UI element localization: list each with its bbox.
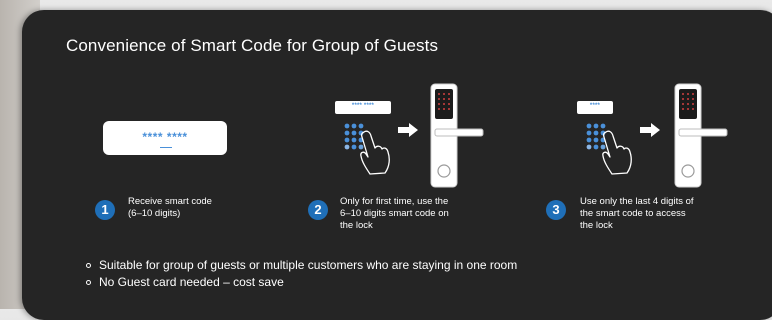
mini-code-card-step2: **** **** xyxy=(335,101,391,114)
code-underline xyxy=(160,147,172,148)
step-2-line-2: 6–10 digits smart code on xyxy=(340,208,449,219)
panel-title: Convenience of Smart Code for Group of G… xyxy=(66,36,439,55)
door-lock-icon xyxy=(430,83,484,188)
step-1-line-2: (6–10 digits) xyxy=(128,208,181,219)
bullet-circle-icon xyxy=(86,280,91,285)
step-text-3: Use only the last 4 digits of the smart … xyxy=(580,196,694,232)
mini-code-text-step3: **** xyxy=(589,103,601,109)
step-1-line-1: Receive smart code xyxy=(128,196,212,207)
hand-icon-step3 xyxy=(602,130,632,175)
bullet-text-1: Suitable for group of guests or multiple… xyxy=(99,258,518,272)
step-number-2: 2 xyxy=(308,200,328,220)
bullet-item: Suitable for group of guests or multiple… xyxy=(86,257,517,274)
step-2-line-1: Only for first time, use the xyxy=(340,196,449,207)
bullet-list: Suitable for group of guests or multiple… xyxy=(86,257,517,291)
step-text-2: Only for first time, use the 6–10 digits… xyxy=(340,196,449,232)
bullet-text-2: No Guest card needed – cost save xyxy=(99,275,284,289)
arrow-right-icon xyxy=(398,123,418,137)
bullet-item: No Guest card needed – cost save xyxy=(86,274,517,291)
step-3-line-1: Use only the last 4 digits of xyxy=(580,196,694,207)
smart-code-card: **** **** xyxy=(103,121,227,155)
bullet-circle-icon xyxy=(86,263,91,268)
smart-code-text: **** **** xyxy=(142,130,188,144)
step-2-line-3: the lock xyxy=(340,220,373,231)
mini-code-card-step3: **** xyxy=(577,101,613,114)
door-lock-icon-step3 xyxy=(674,83,728,188)
mini-code-text-step2: **** **** xyxy=(351,103,375,109)
arrow-right-icon-step3 xyxy=(640,123,660,137)
step-text-1: Receive smart code (6–10 digits) xyxy=(128,196,212,220)
step-number-1: 1 xyxy=(95,200,115,220)
step-3-line-2: the smart code to access xyxy=(580,208,686,219)
step-number-3: 3 xyxy=(546,200,566,220)
step-3-line-3: the lock xyxy=(580,220,613,231)
hand-icon xyxy=(360,130,390,175)
